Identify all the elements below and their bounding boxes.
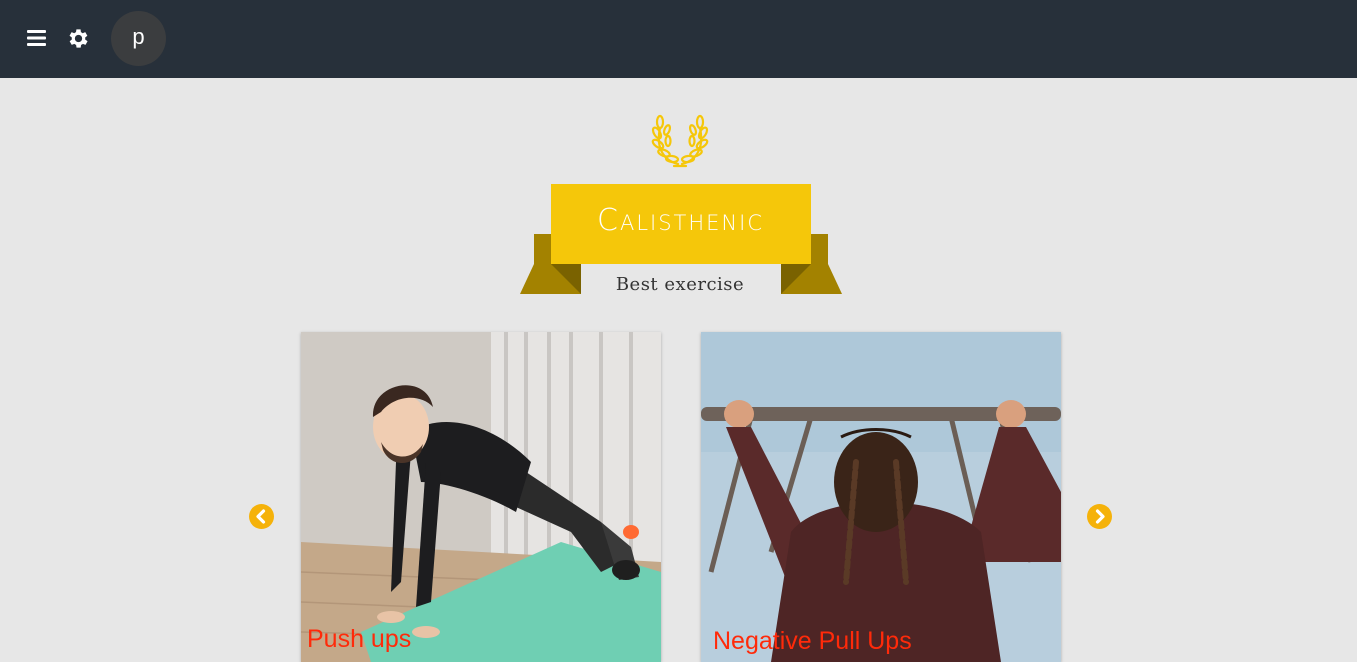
gear-icon[interactable] bbox=[66, 26, 91, 51]
page-subtitle: Best exercise bbox=[615, 274, 745, 295]
top-navbar: p bbox=[0, 0, 1357, 78]
page-title: Calisthenic bbox=[597, 203, 764, 238]
negative-pull-ups-photo bbox=[701, 332, 1061, 662]
exercise-card[interactable]: Push ups bbox=[301, 332, 661, 662]
user-avatar[interactable]: p bbox=[111, 11, 166, 66]
chevron-right-circle-icon[interactable] bbox=[1087, 504, 1112, 529]
push-ups-photo bbox=[301, 332, 661, 662]
exercise-card[interactable]: Negative Pull Ups bbox=[701, 332, 1061, 662]
card-title: Push ups bbox=[307, 625, 412, 653]
hamburger-menu-icon[interactable] bbox=[24, 24, 50, 52]
laurel-wreath-icon bbox=[648, 108, 712, 170]
chevron-left-circle-icon[interactable] bbox=[249, 504, 274, 529]
